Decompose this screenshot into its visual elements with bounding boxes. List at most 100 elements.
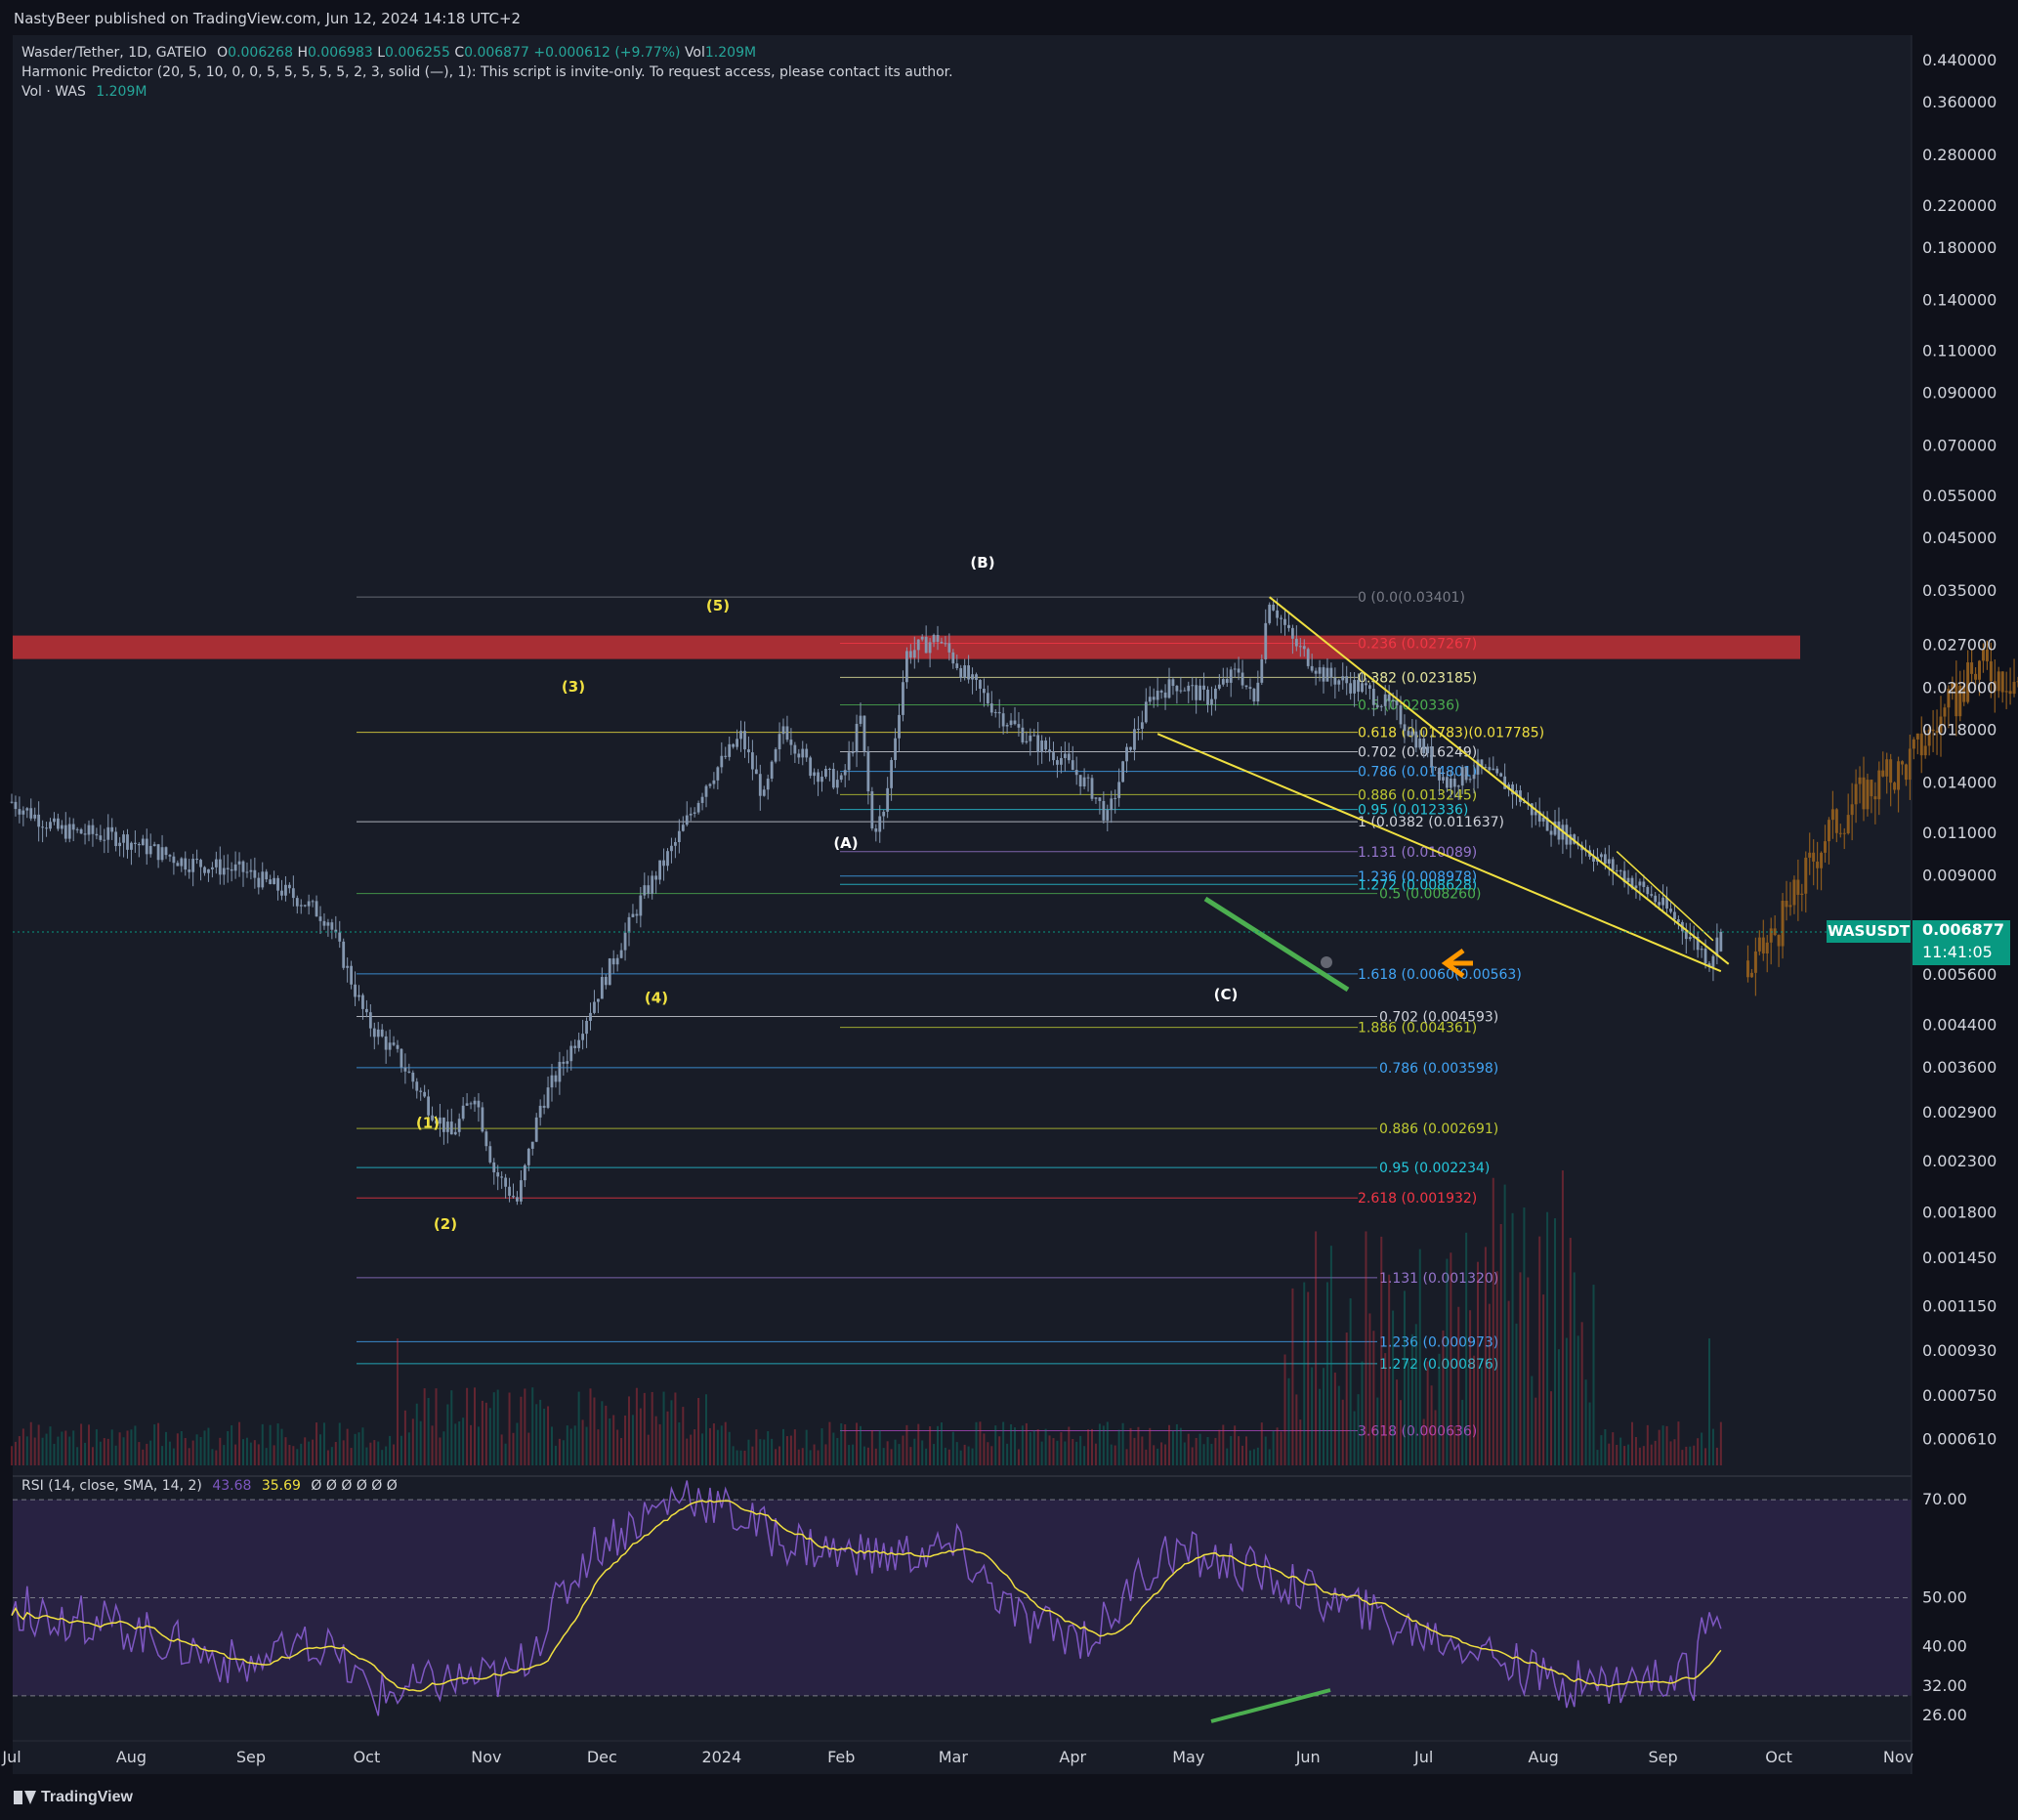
candle-body xyxy=(1603,854,1607,865)
volume-bar xyxy=(967,1446,970,1465)
volume-bar xyxy=(554,1445,557,1465)
candle-body xyxy=(874,828,878,832)
candle-body xyxy=(805,748,809,758)
candle-body xyxy=(1229,669,1233,683)
legend-volume-row[interactable]: Vol · WAS 1.209M xyxy=(21,82,953,102)
rsi-legend[interactable]: RSI (14, close, SMA, 14, 2) 43.68 35.69 … xyxy=(21,1478,398,1494)
volume-bar xyxy=(597,1429,600,1465)
legend-indicator-row[interactable]: Harmonic Predictor (20, 5, 10, 0, 0, 5, … xyxy=(21,63,953,82)
candle-body xyxy=(1032,735,1036,737)
candle-body xyxy=(736,739,738,747)
candle-body xyxy=(724,755,728,757)
candle-body xyxy=(1638,881,1642,886)
fib-level-label: 1.618 (0.0060(0.00563) xyxy=(1358,967,1522,983)
volume-bar xyxy=(257,1444,260,1465)
candle-body xyxy=(831,769,835,788)
volume-bar xyxy=(944,1447,946,1465)
candle-body xyxy=(500,1176,504,1178)
volume-bar xyxy=(381,1450,384,1465)
projected-candle-body xyxy=(1908,748,1912,781)
volume-bar xyxy=(1511,1212,1514,1465)
volume-bar xyxy=(797,1449,800,1465)
candle-body xyxy=(49,822,52,829)
volume-bar xyxy=(1701,1432,1703,1465)
candle-body xyxy=(1503,776,1507,789)
projected-candle-body xyxy=(1877,770,1881,800)
candle-body xyxy=(828,769,831,771)
candle-body xyxy=(1438,768,1441,781)
candle-body xyxy=(168,855,172,857)
volume-bar xyxy=(57,1436,60,1465)
volume-bar xyxy=(539,1399,542,1465)
candle-body xyxy=(975,674,978,681)
projected-candle-body xyxy=(1846,815,1850,834)
volume-bar xyxy=(1480,1367,1483,1465)
candle-body xyxy=(1244,685,1248,688)
wave-label: (C) xyxy=(1214,986,1239,1003)
volume-bar xyxy=(1665,1425,1668,1465)
candle-body xyxy=(1013,720,1017,725)
fib-level-label: 2.618 (0.001932) xyxy=(1358,1191,1477,1206)
volume-bar xyxy=(1021,1425,1024,1465)
candle-body xyxy=(728,743,732,757)
volume-bar xyxy=(1295,1394,1298,1465)
projected-candle-body xyxy=(1834,809,1838,833)
candle-body xyxy=(392,1042,396,1045)
candle-body xyxy=(1654,895,1658,903)
candle-body xyxy=(743,731,746,750)
volume-bar xyxy=(933,1444,936,1465)
candle-body xyxy=(45,827,48,829)
candle-body xyxy=(1549,830,1553,835)
candle-body xyxy=(778,734,781,749)
volume-bar xyxy=(1484,1247,1487,1465)
candle-body xyxy=(597,998,600,1002)
candle-body xyxy=(191,859,195,872)
projected-candle-body xyxy=(1765,942,1769,954)
projected-candle-body xyxy=(1893,783,1897,790)
volume-bar xyxy=(103,1438,105,1465)
projected-candle-body xyxy=(1978,660,1981,680)
candle-body xyxy=(1044,741,1047,750)
volume-bar xyxy=(1114,1445,1116,1465)
candle-body xyxy=(932,634,936,643)
volume-bar xyxy=(929,1426,932,1465)
candle-body xyxy=(1634,885,1638,889)
volume-bar xyxy=(273,1445,275,1465)
candle-body xyxy=(361,995,364,1009)
legend-high: 0.006983 xyxy=(307,45,373,61)
wave-label: (A) xyxy=(833,834,858,852)
fib-level-label: 0.382 (0.023185) xyxy=(1358,670,1477,686)
tradingview-logo[interactable]: TradingView xyxy=(14,1789,133,1806)
volume-bar xyxy=(793,1429,796,1465)
candle-body xyxy=(859,715,862,724)
candle-body xyxy=(1159,690,1163,693)
candle-body xyxy=(1464,767,1468,781)
volume-bar xyxy=(940,1422,943,1465)
volume-bar xyxy=(701,1433,704,1465)
volume-bar xyxy=(1121,1422,1124,1465)
candle-body xyxy=(1418,739,1422,748)
volume-bar xyxy=(1117,1429,1120,1465)
volume-bar xyxy=(153,1424,156,1465)
volume-bar xyxy=(947,1449,950,1465)
candle-body xyxy=(461,1105,465,1120)
volume-bar xyxy=(168,1441,171,1465)
price-tick-label: 0.280000 xyxy=(1922,146,1997,164)
candle-body xyxy=(1337,680,1341,685)
volume-bar xyxy=(531,1387,534,1465)
volume-bar xyxy=(1006,1443,1009,1465)
candle-body xyxy=(801,748,805,758)
candle-body xyxy=(647,885,651,894)
volume-bar xyxy=(1052,1438,1055,1465)
candle-body xyxy=(211,867,214,869)
legend-symbol[interactable]: Wasder/Tether, 1D, GATEIO xyxy=(21,45,207,61)
candle-body xyxy=(983,688,986,694)
candle-body xyxy=(87,825,91,835)
candle-body xyxy=(1619,870,1622,872)
candle-body xyxy=(83,833,87,835)
volume-bar xyxy=(1214,1437,1217,1465)
candle-body xyxy=(315,901,318,917)
candle-body xyxy=(908,651,912,658)
volume-bar xyxy=(88,1424,90,1465)
candle-body xyxy=(477,1100,481,1108)
